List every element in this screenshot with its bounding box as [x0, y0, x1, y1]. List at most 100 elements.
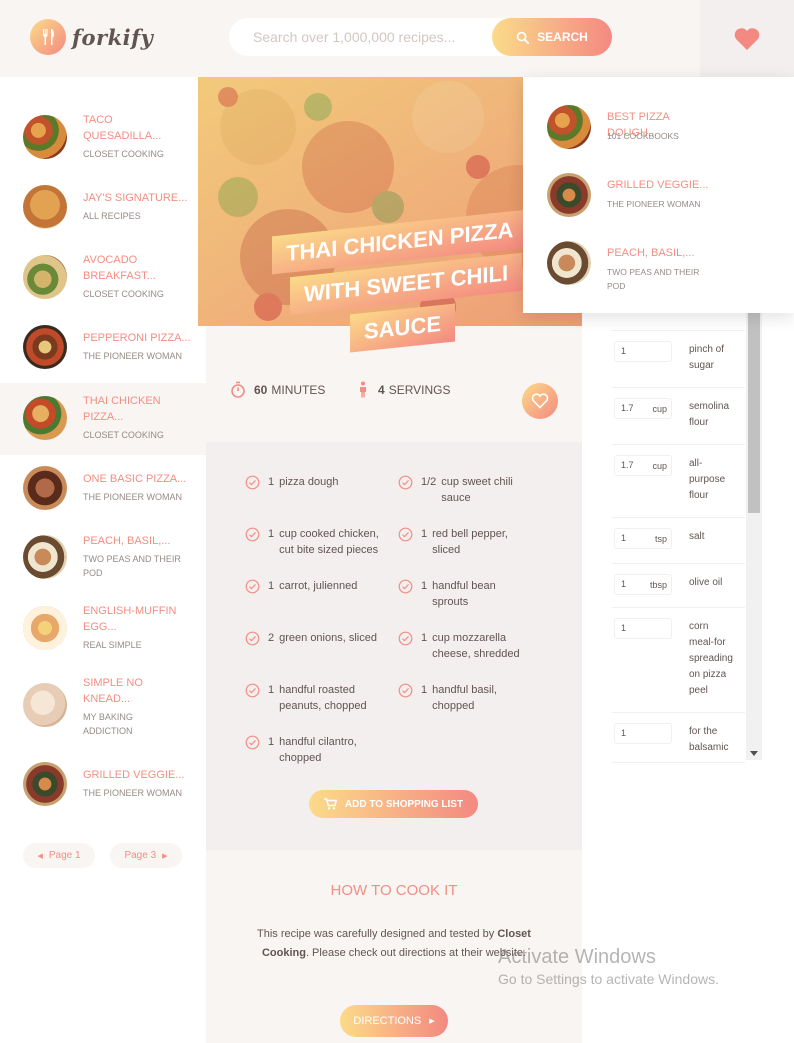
quantity-input[interactable]: 1 [614, 341, 672, 362]
quantity-input[interactable]: 1.7 cup [614, 455, 672, 476]
result-publisher: The Pioneer Woman [83, 788, 183, 798]
recipe-thumbnail [23, 255, 67, 299]
quantity-value: 1 [621, 533, 627, 543]
ingredient-item: 1 handful bean sprouts [398, 578, 538, 610]
ingredient-item: 1 handful roasted peanuts, chopped [245, 682, 385, 714]
ingredient-description: cup cooked chicken, cut bite sized pieces [279, 528, 379, 556]
ingredients-section: 1 pizza dough 1/2 cup sweet chili sauce 1 cup … [206, 442, 582, 850]
heart-outline-icon [531, 393, 549, 409]
ingredient-description: cup sweet chili sauce [441, 476, 513, 504]
quantity-unit: cup [652, 404, 667, 414]
ingredient-item: 1 carrot, julienned [245, 578, 385, 599]
scrollbar[interactable] [746, 310, 762, 760]
result-item[interactable]: Grilled Veggie... The Pioneer Woman [0, 743, 206, 813]
check-circle-icon [245, 475, 261, 495]
result-title: English-Muffin Egg... [83, 605, 177, 633]
like-item[interactable]: Peach, Basil,... Two Peas and Their Pod [523, 233, 794, 293]
ingredient-item: 1 cup mozzarella cheese, shredded [398, 630, 538, 662]
shopping-item: 1.7 cup semolina flour [612, 388, 745, 445]
recipe-thumbnail [547, 241, 591, 285]
like-publisher: The Pioneer Woman [607, 199, 701, 209]
quantity-value: 1 [621, 728, 627, 738]
ingredient-description: pizza dough [279, 476, 339, 488]
search-button[interactable]: Search [492, 18, 612, 56]
recipe-thumbnail [23, 683, 67, 727]
result-publisher: The Pioneer Woman [83, 351, 183, 361]
result-item[interactable]: Taco Quesadilla... Closet Cooking [0, 103, 206, 173]
header: forkify Search [0, 0, 794, 77]
like-item[interactable]: Grilled Veggie... The Pioneer Woman [523, 165, 794, 225]
ingredient-item: 1 handful basil, chopped [398, 682, 538, 714]
result-title: One Basic Pizza... [83, 473, 187, 485]
like-recipe-button[interactable] [522, 383, 558, 419]
result-title: Taco Quesadilla... [83, 114, 162, 142]
pagination-prev-button[interactable]: ◀ Page 1 [23, 843, 95, 868]
quantity-input[interactable]: 1 tsp [614, 528, 672, 549]
result-item[interactable]: English-Muffin Egg... Real Simple [0, 595, 206, 665]
ingredient-count: 1 [268, 528, 275, 540]
ingredient-count: 1 [421, 528, 428, 540]
directions-button[interactable]: Directions ▶ [340, 1005, 448, 1037]
ingredient-item: 2 green onions, sliced [245, 630, 385, 651]
ingredient-item: 1 pizza dough [245, 474, 385, 495]
quantity-input[interactable]: 1 [614, 618, 672, 639]
scrollbar-thumb[interactable] [748, 310, 760, 513]
result-publisher: Closet Cooking [83, 289, 164, 299]
result-item[interactable]: One Basic Pizza... The Pioneer Woman [0, 455, 206, 525]
shopping-item: 1 pinch of sugar [612, 331, 745, 388]
triangle-left-icon: ◀ [37, 852, 43, 860]
logo[interactable]: forkify [30, 19, 153, 55]
ingredient-count: 1 [421, 580, 428, 592]
ingredient-description: handful basil, chopped [432, 684, 497, 712]
like-item[interactable]: Best Pizza Dough... 101 Cookbooks [523, 97, 794, 157]
result-title: Thai Chicken Pizza... [83, 395, 161, 423]
result-item[interactable]: Peach, Basil,... Two Peas and Their Pod [0, 525, 206, 595]
result-publisher: My Baking Addiction [83, 712, 133, 736]
ingredient-item: 1 cup cooked chicken, cut bite sized piece… [245, 526, 385, 558]
quantity-unit: tsp [654, 534, 667, 544]
quantity-input[interactable]: 1 [614, 723, 672, 744]
how-to-cook-title: How to cook it [330, 882, 458, 899]
ingredient-description: handful cilantro, chopped [279, 736, 357, 764]
shopping-item-description: corn meal-for spreading on pizza peel [689, 621, 733, 696]
result-item[interactable]: Jay's Signature... All Recipes [0, 173, 206, 243]
result-item-active[interactable]: Thai Chicken Pizza... Closet Cooking [0, 383, 206, 455]
shopping-item-description: salt [689, 531, 705, 542]
pagination-next-button[interactable]: Page 3 ▶ [110, 843, 182, 868]
scroll-down-arrow-icon[interactable] [750, 751, 758, 756]
like-publisher: Two Peas and Their Pod [607, 267, 700, 291]
quantity-value: 1 [621, 623, 627, 633]
how-to-text-1: This recipe was carefully designed and t… [257, 928, 495, 940]
result-item[interactable]: Simple No Knead... My Baking Addiction [0, 665, 206, 736]
shopping-item: 1 for the balsamic [612, 713, 745, 763]
check-circle-icon [398, 631, 414, 662]
recipe-thumbnail [23, 396, 67, 440]
recipe-thumbnail [23, 185, 67, 229]
ingredient-count: 1 [268, 736, 275, 748]
search-results: Taco Quesadilla... Closet Cooking Jay's S… [0, 77, 206, 1043]
ingredient-item: 1/2 cup sweet chili sauce [398, 474, 538, 506]
search-input[interactable] [253, 18, 493, 56]
fork-knife-icon [30, 19, 66, 55]
recipe-details: 60 minutes 4 servings [206, 367, 582, 427]
quantity-input[interactable]: 1 tbsp [614, 574, 672, 595]
add-to-shopping-list-button[interactable]: Add to shopping list [309, 790, 478, 818]
result-publisher: All Recipes [83, 211, 141, 221]
likes-menu-button[interactable] [700, 0, 794, 77]
recipe-servings: 4 servings [356, 381, 451, 398]
ingredient-count: 1 [268, 684, 275, 696]
triangle-right-icon: ▶ [162, 852, 168, 860]
recipe-servings-value: 4 [378, 382, 385, 397]
result-item[interactable]: Pepperoni Pizza... The Pioneer Woman [0, 313, 206, 383]
shopping-item: 1 tbsp olive oil [612, 564, 745, 608]
shopping-item-description: olive oil [689, 577, 723, 588]
shopping-item-description: for the balsamic [689, 726, 729, 753]
recipe-thumbnail [23, 606, 67, 650]
ingredient-count: 1 [421, 684, 428, 696]
activate-windows-subtitle: Go to Settings to activate Windows. [498, 971, 719, 987]
quantity-input[interactable]: 1.7 cup [614, 398, 672, 419]
triangle-right-icon: ▶ [429, 1018, 435, 1025]
shopping-item: 1.7 cup all-purpose flour [612, 445, 745, 518]
result-item[interactable]: Avocado Breakfast... Closet Cooking [0, 243, 206, 313]
shopping-item-description: pinch of sugar [689, 344, 725, 371]
